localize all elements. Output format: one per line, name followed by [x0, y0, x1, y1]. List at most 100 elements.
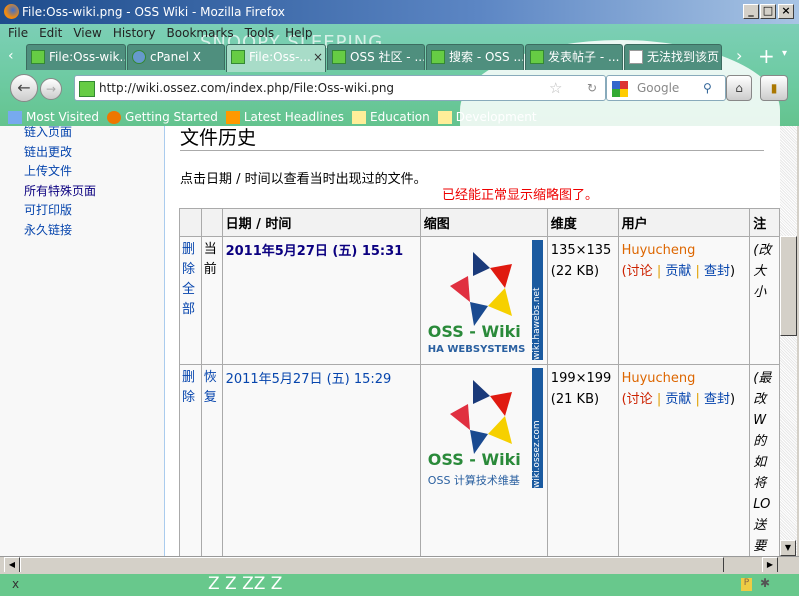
thumbnail-subtitle: HA WEBSYSTEMS: [427, 344, 526, 355]
menu-bookmarks[interactable]: Bookmarks: [167, 26, 234, 42]
tab-scroll-left[interactable]: ‹: [8, 48, 14, 64]
smart-folder-icon: [8, 110, 22, 124]
current-label: 当前: [200, 236, 223, 365]
block-link[interactable]: 查封: [704, 392, 730, 407]
menu-view[interactable]: View: [73, 26, 101, 42]
page-icon: [231, 50, 245, 64]
oss-logo-icon: [449, 380, 512, 454]
user-link[interactable]: Huyucheng: [622, 243, 696, 258]
tab-list-button[interactable]: ▾: [782, 48, 787, 59]
tab-2-active[interactable]: File:Oss-... ×: [226, 44, 326, 72]
bookmark-getting-started[interactable]: Getting Started: [107, 110, 218, 124]
home-button[interactable]: ⌂: [726, 75, 752, 101]
tab-3[interactable]: OSS 社区 - ...: [327, 44, 425, 70]
header-thumbnail: 缩图: [419, 208, 548, 237]
folder-icon: [352, 110, 367, 124]
google-icon: [612, 81, 628, 97]
thumbnail-cell: OSS - Wiki OSS 计算技术维基 wiki.ossez.com: [419, 364, 548, 556]
tab-5[interactable]: 发表帖子 - ...: [525, 44, 623, 70]
tab-4[interactable]: 搜索 - OSS ...: [426, 44, 524, 70]
bookmark-education[interactable]: Education: [352, 110, 430, 124]
url-bar[interactable]: http://wiki.ossez.com/index.php/File:Oss…: [74, 75, 606, 101]
thumbnail-image[interactable]: OSS - Wiki HA WEBSYSTEMS wiki.hawebs.net: [424, 240, 544, 360]
firefox-icon: [107, 110, 122, 124]
minimize-button[interactable]: _: [743, 4, 759, 19]
tab-scroll-right[interactable]: ›: [736, 46, 742, 65]
folder-icon: [437, 110, 452, 124]
tab-close-icon[interactable]: ×: [313, 45, 323, 69]
bookmark-latest-headlines[interactable]: Latest Headlines: [225, 110, 345, 124]
tab-6[interactable]: 无法找到该页: [624, 44, 722, 70]
scroll-down-button[interactable]: ▼: [780, 540, 796, 556]
page-icon: [31, 50, 45, 64]
addon-p-icon[interactable]: P: [741, 578, 752, 591]
scroll-left-button[interactable]: ◀: [4, 557, 20, 573]
new-tab-button[interactable]: +: [758, 44, 775, 68]
menu-tools[interactable]: Tools: [245, 26, 275, 42]
horizontal-scroll-thumb[interactable]: [20, 557, 724, 573]
user-link[interactable]: Huyucheng: [622, 371, 696, 386]
search-bar[interactable]: Google ⚲: [606, 75, 726, 101]
sidebar-link-permanent[interactable]: 永久链接: [0, 221, 164, 241]
site-icon: [79, 81, 95, 97]
tab-label: File:Oss-wik...: [49, 50, 126, 64]
back-button[interactable]: ←: [10, 74, 38, 102]
bookmark-most-visited[interactable]: Most Visited: [8, 110, 99, 124]
reload-icon[interactable]: ↻: [587, 76, 597, 100]
horizontal-scrollbar[interactable]: ◀ ▶: [0, 556, 799, 573]
scroll-right-button[interactable]: ▶: [762, 557, 778, 573]
sidebar-link-whatlinkshere[interactable]: 链入页面: [0, 126, 164, 143]
bookmark-label: Most Visited: [26, 110, 100, 124]
menu-help[interactable]: Help: [285, 26, 312, 42]
addon-bug-icon[interactable]: ✱: [760, 576, 770, 590]
bookmark-development[interactable]: Development: [437, 110, 537, 124]
tab-0[interactable]: File:Oss-wik...: [26, 44, 126, 70]
block-link[interactable]: 查封: [704, 264, 730, 279]
sidebar-link-special-pages[interactable]: 所有特殊页面: [0, 182, 164, 202]
close-button[interactable]: ×: [778, 4, 794, 19]
datetime-link[interactable]: 2011年5月27日 (五) 15:29: [226, 372, 392, 387]
forward-button[interactable]: →: [40, 78, 62, 100]
tab-1[interactable]: cPanel X: [127, 44, 225, 70]
menu-history[interactable]: History: [113, 26, 156, 42]
url-text: http://wiki.ossez.com/index.php/File:Oss…: [99, 81, 395, 95]
menu-file[interactable]: File: [8, 26, 28, 42]
bookmark-label: Education: [370, 110, 430, 124]
vertical-scroll-thumb[interactable]: [780, 236, 797, 336]
section-heading: 文件历史: [180, 126, 764, 151]
menu-edit[interactable]: Edit: [39, 26, 62, 42]
thumbnail-side-text: wiki.hawebs.net: [531, 240, 543, 360]
page-icon: [530, 50, 544, 64]
talk-link[interactable]: 讨论: [627, 392, 653, 407]
file-size: (22 KB): [550, 264, 600, 279]
search-icon[interactable]: ⚲: [703, 76, 712, 100]
bookmark-label: Latest Headlines: [243, 110, 345, 124]
thumbnail-title: OSS - Wiki: [427, 450, 521, 469]
page-icon: [332, 50, 346, 64]
delete-link[interactable]: 删除: [182, 370, 195, 405]
delete-all-link[interactable]: 删除全部: [182, 242, 195, 317]
page-content: 链入页面 链出更改 上传文件 所有特殊页面 可打印版 永久链接 文件历史 点击日…: [0, 126, 780, 556]
datetime-link[interactable]: 2011年5月27日 (五) 15:31: [226, 244, 404, 259]
sidebar-link-upload[interactable]: 上传文件: [0, 162, 164, 182]
addon-button[interactable]: ▮: [760, 75, 788, 101]
header-comment: 注: [749, 208, 780, 237]
bookmark-star-icon[interactable]: ☆: [549, 76, 562, 100]
sidebar-link-printable[interactable]: 可打印版: [0, 201, 164, 221]
close-findbar-button[interactable]: x: [12, 577, 19, 591]
thumbnail-title: OSS - Wiki: [427, 322, 521, 341]
sidebar-link-related-changes[interactable]: 链出更改: [0, 143, 164, 163]
maximize-button[interactable]: □: [760, 4, 776, 19]
tab-label: cPanel X: [150, 50, 202, 64]
contribs-link[interactable]: 贡献: [665, 392, 691, 407]
status-art-text: Z Z ZZ Z: [208, 574, 283, 594]
file-size: (21 KB): [550, 392, 600, 407]
thumbnail-image[interactable]: OSS - Wiki OSS 计算技术维基 wiki.ossez.com: [424, 368, 544, 488]
vertical-scrollbar[interactable]: ▼: [780, 126, 797, 556]
table-row: 删除 恢复 2011年5月27日 (五) 15:29 OSS - Wiki OS…: [179, 364, 780, 556]
revert-link[interactable]: 恢复: [204, 370, 217, 405]
contribs-link[interactable]: 贡献: [665, 264, 691, 279]
bookmark-label: Development: [455, 110, 537, 124]
thumbnail-cell: OSS - Wiki HA WEBSYSTEMS wiki.hawebs.net: [419, 236, 548, 365]
talk-link[interactable]: 讨论: [627, 264, 653, 279]
